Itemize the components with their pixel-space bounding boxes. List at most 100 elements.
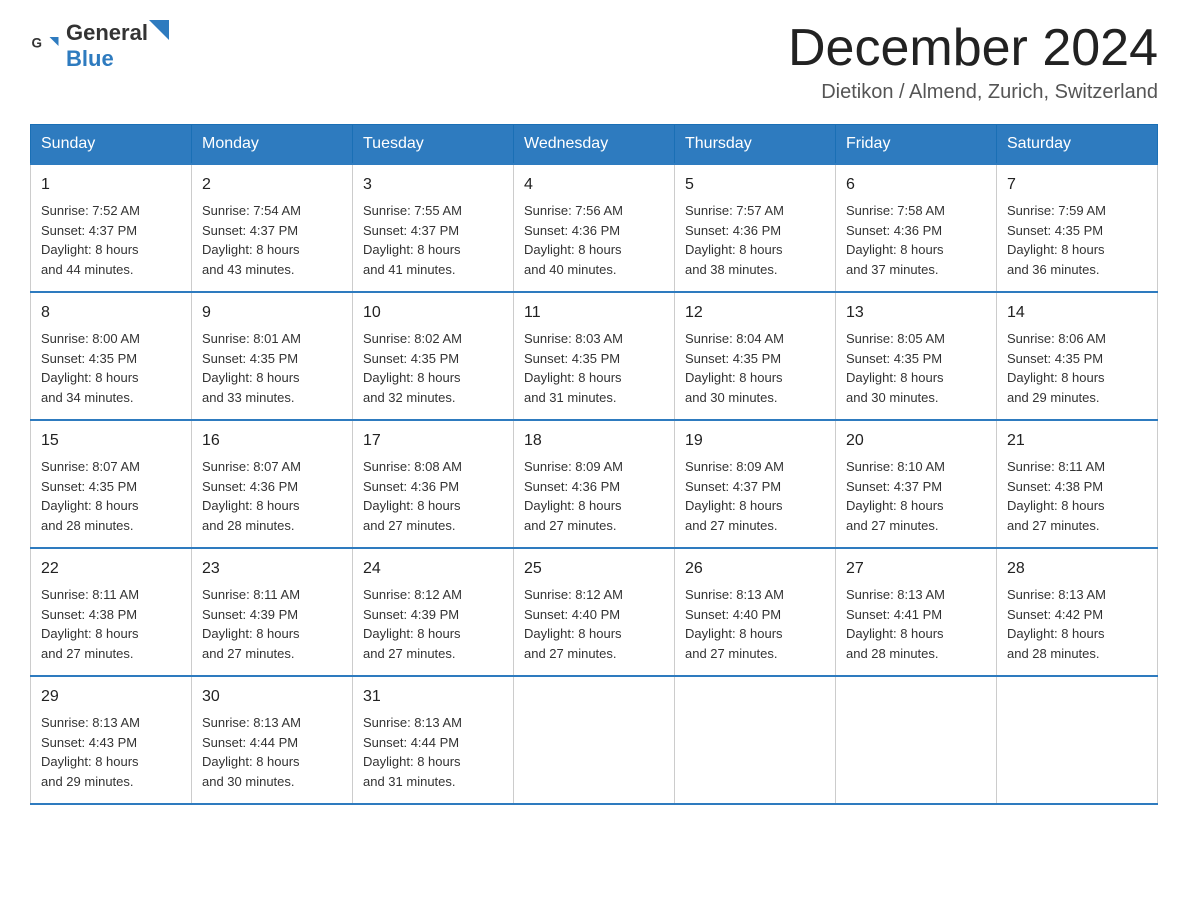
calendar-cell: 27 Sunrise: 8:13 AM Sunset: 4:41 PM Dayl… bbox=[836, 548, 997, 676]
day-info: Sunrise: 8:05 AM Sunset: 4:35 PM Dayligh… bbox=[846, 329, 986, 407]
day-info: Sunrise: 8:13 AM Sunset: 4:41 PM Dayligh… bbox=[846, 585, 986, 663]
calendar-table: SundayMondayTuesdayWednesdayThursdayFrid… bbox=[30, 124, 1158, 805]
day-number: 10 bbox=[363, 301, 503, 325]
calendar-subtitle: Dietikon / Almend, Zurich, Switzerland bbox=[788, 81, 1158, 104]
day-info: Sunrise: 7:58 AM Sunset: 4:36 PM Dayligh… bbox=[846, 201, 986, 279]
day-info: Sunrise: 8:03 AM Sunset: 4:35 PM Dayligh… bbox=[524, 329, 664, 407]
calendar-cell: 24 Sunrise: 8:12 AM Sunset: 4:39 PM Dayl… bbox=[353, 548, 514, 676]
calendar-cell: 1 Sunrise: 7:52 AM Sunset: 4:37 PM Dayli… bbox=[31, 164, 192, 292]
header-cell-tuesday: Tuesday bbox=[353, 125, 514, 165]
calendar-cell: 7 Sunrise: 7:59 AM Sunset: 4:35 PM Dayli… bbox=[997, 164, 1158, 292]
calendar-cell bbox=[514, 676, 675, 804]
day-number: 5 bbox=[685, 173, 825, 197]
day-number: 19 bbox=[685, 429, 825, 453]
page-header: G General Blue December 2024 Dietikon / … bbox=[30, 20, 1158, 104]
day-number: 2 bbox=[202, 173, 342, 197]
day-info: Sunrise: 8:13 AM Sunset: 4:44 PM Dayligh… bbox=[202, 713, 342, 791]
logo-blue-text: Blue bbox=[66, 46, 114, 71]
header-cell-wednesday: Wednesday bbox=[514, 125, 675, 165]
day-number: 14 bbox=[1007, 301, 1147, 325]
logo: G General Blue bbox=[30, 20, 170, 72]
week-row-1: 8 Sunrise: 8:00 AM Sunset: 4:35 PM Dayli… bbox=[31, 292, 1158, 420]
day-number: 25 bbox=[524, 557, 664, 581]
day-info: Sunrise: 8:12 AM Sunset: 4:39 PM Dayligh… bbox=[363, 585, 503, 663]
day-number: 6 bbox=[846, 173, 986, 197]
calendar-cell: 9 Sunrise: 8:01 AM Sunset: 4:35 PM Dayli… bbox=[192, 292, 353, 420]
day-number: 20 bbox=[846, 429, 986, 453]
day-number: 7 bbox=[1007, 173, 1147, 197]
calendar-cell: 12 Sunrise: 8:04 AM Sunset: 4:35 PM Dayl… bbox=[675, 292, 836, 420]
day-number: 27 bbox=[846, 557, 986, 581]
calendar-cell: 22 Sunrise: 8:11 AM Sunset: 4:38 PM Dayl… bbox=[31, 548, 192, 676]
calendar-cell: 8 Sunrise: 8:00 AM Sunset: 4:35 PM Dayli… bbox=[31, 292, 192, 420]
day-number: 28 bbox=[1007, 557, 1147, 581]
logo-general-text: General bbox=[66, 20, 148, 46]
day-info: Sunrise: 8:10 AM Sunset: 4:37 PM Dayligh… bbox=[846, 457, 986, 535]
header-cell-friday: Friday bbox=[836, 125, 997, 165]
calendar-cell: 25 Sunrise: 8:12 AM Sunset: 4:40 PM Dayl… bbox=[514, 548, 675, 676]
calendar-cell: 14 Sunrise: 8:06 AM Sunset: 4:35 PM Dayl… bbox=[997, 292, 1158, 420]
calendar-cell: 31 Sunrise: 8:13 AM Sunset: 4:44 PM Dayl… bbox=[353, 676, 514, 804]
calendar-cell: 3 Sunrise: 7:55 AM Sunset: 4:37 PM Dayli… bbox=[353, 164, 514, 292]
calendar-cell: 29 Sunrise: 8:13 AM Sunset: 4:43 PM Dayl… bbox=[31, 676, 192, 804]
day-number: 23 bbox=[202, 557, 342, 581]
day-info: Sunrise: 8:09 AM Sunset: 4:36 PM Dayligh… bbox=[524, 457, 664, 535]
day-info: Sunrise: 8:09 AM Sunset: 4:37 PM Dayligh… bbox=[685, 457, 825, 535]
day-info: Sunrise: 7:55 AM Sunset: 4:37 PM Dayligh… bbox=[363, 201, 503, 279]
calendar-cell: 13 Sunrise: 8:05 AM Sunset: 4:35 PM Dayl… bbox=[836, 292, 997, 420]
calendar-cell: 16 Sunrise: 8:07 AM Sunset: 4:36 PM Dayl… bbox=[192, 420, 353, 548]
day-info: Sunrise: 8:13 AM Sunset: 4:40 PM Dayligh… bbox=[685, 585, 825, 663]
day-info: Sunrise: 7:57 AM Sunset: 4:36 PM Dayligh… bbox=[685, 201, 825, 279]
day-number: 8 bbox=[41, 301, 181, 325]
day-info: Sunrise: 8:02 AM Sunset: 4:35 PM Dayligh… bbox=[363, 329, 503, 407]
day-info: Sunrise: 8:12 AM Sunset: 4:40 PM Dayligh… bbox=[524, 585, 664, 663]
calendar-cell bbox=[675, 676, 836, 804]
calendar-cell: 4 Sunrise: 7:56 AM Sunset: 4:36 PM Dayli… bbox=[514, 164, 675, 292]
calendar-cell: 17 Sunrise: 8:08 AM Sunset: 4:36 PM Dayl… bbox=[353, 420, 514, 548]
calendar-cell: 26 Sunrise: 8:13 AM Sunset: 4:40 PM Dayl… bbox=[675, 548, 836, 676]
day-number: 17 bbox=[363, 429, 503, 453]
calendar-cell: 30 Sunrise: 8:13 AM Sunset: 4:44 PM Dayl… bbox=[192, 676, 353, 804]
day-number: 4 bbox=[524, 173, 664, 197]
calendar-cell: 10 Sunrise: 8:02 AM Sunset: 4:35 PM Dayl… bbox=[353, 292, 514, 420]
day-number: 21 bbox=[1007, 429, 1147, 453]
calendar-cell: 23 Sunrise: 8:11 AM Sunset: 4:39 PM Dayl… bbox=[192, 548, 353, 676]
header-row: SundayMondayTuesdayWednesdayThursdayFrid… bbox=[31, 125, 1158, 165]
calendar-cell: 19 Sunrise: 8:09 AM Sunset: 4:37 PM Dayl… bbox=[675, 420, 836, 548]
day-number: 24 bbox=[363, 557, 503, 581]
day-number: 11 bbox=[524, 301, 664, 325]
day-number: 1 bbox=[41, 173, 181, 197]
calendar-cell: 11 Sunrise: 8:03 AM Sunset: 4:35 PM Dayl… bbox=[514, 292, 675, 420]
day-number: 30 bbox=[202, 685, 342, 709]
title-block: December 2024 Dietikon / Almend, Zurich,… bbox=[788, 20, 1158, 104]
calendar-cell: 5 Sunrise: 7:57 AM Sunset: 4:36 PM Dayli… bbox=[675, 164, 836, 292]
day-info: Sunrise: 8:11 AM Sunset: 4:39 PM Dayligh… bbox=[202, 585, 342, 663]
week-row-2: 15 Sunrise: 8:07 AM Sunset: 4:35 PM Dayl… bbox=[31, 420, 1158, 548]
day-info: Sunrise: 7:54 AM Sunset: 4:37 PM Dayligh… bbox=[202, 201, 342, 279]
header-cell-thursday: Thursday bbox=[675, 125, 836, 165]
day-number: 13 bbox=[846, 301, 986, 325]
calendar-cell: 18 Sunrise: 8:09 AM Sunset: 4:36 PM Dayl… bbox=[514, 420, 675, 548]
calendar-cell: 20 Sunrise: 8:10 AM Sunset: 4:37 PM Dayl… bbox=[836, 420, 997, 548]
logo-triangle bbox=[149, 20, 169, 40]
day-info: Sunrise: 8:00 AM Sunset: 4:35 PM Dayligh… bbox=[41, 329, 181, 407]
calendar-cell: 6 Sunrise: 7:58 AM Sunset: 4:36 PM Dayli… bbox=[836, 164, 997, 292]
day-number: 29 bbox=[41, 685, 181, 709]
week-row-0: 1 Sunrise: 7:52 AM Sunset: 4:37 PM Dayli… bbox=[31, 164, 1158, 292]
day-info: Sunrise: 8:07 AM Sunset: 4:36 PM Dayligh… bbox=[202, 457, 342, 535]
day-info: Sunrise: 8:01 AM Sunset: 4:35 PM Dayligh… bbox=[202, 329, 342, 407]
day-number: 3 bbox=[363, 173, 503, 197]
header-cell-monday: Monday bbox=[192, 125, 353, 165]
calendar-cell: 2 Sunrise: 7:54 AM Sunset: 4:37 PM Dayli… bbox=[192, 164, 353, 292]
day-number: 22 bbox=[41, 557, 181, 581]
calendar-cell bbox=[836, 676, 997, 804]
day-info: Sunrise: 8:13 AM Sunset: 4:44 PM Dayligh… bbox=[363, 713, 503, 791]
day-info: Sunrise: 8:06 AM Sunset: 4:35 PM Dayligh… bbox=[1007, 329, 1147, 407]
calendar-cell: 15 Sunrise: 8:07 AM Sunset: 4:35 PM Dayl… bbox=[31, 420, 192, 548]
calendar-title: December 2024 bbox=[788, 20, 1158, 77]
day-info: Sunrise: 7:59 AM Sunset: 4:35 PM Dayligh… bbox=[1007, 201, 1147, 279]
day-info: Sunrise: 8:07 AM Sunset: 4:35 PM Dayligh… bbox=[41, 457, 181, 535]
day-number: 26 bbox=[685, 557, 825, 581]
svg-text:G: G bbox=[32, 36, 43, 51]
day-number: 9 bbox=[202, 301, 342, 325]
